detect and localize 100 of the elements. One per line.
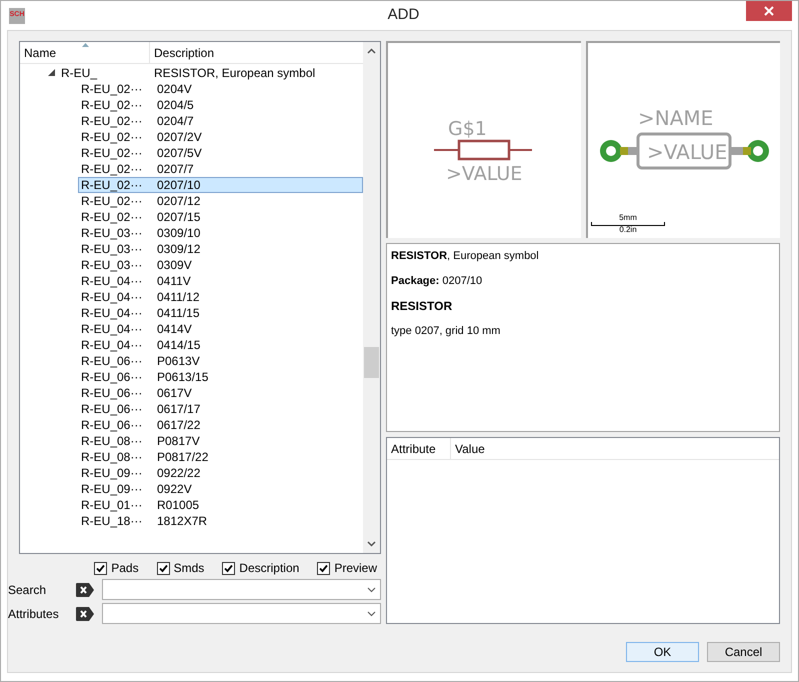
tree-row[interactable]: R-EU_02··· 0207/12 xyxy=(78,193,363,209)
dropdown-chevron-icon xyxy=(367,610,376,616)
tree-item-description: 0207/15 xyxy=(156,210,200,224)
tree-row[interactable]: R-EU_03··· 0309/10 xyxy=(78,225,363,241)
tree-row[interactable]: R-EU_06··· 0617/22 xyxy=(78,417,363,433)
tree-item-name: R-EU_02··· xyxy=(80,146,144,160)
column-header[interactable]: Value xyxy=(451,438,779,459)
tree-row[interactable]: R-EU_02··· 0207/15 xyxy=(78,209,363,225)
tree-row[interactable]: R-EU_06··· P0613/15 xyxy=(78,369,363,385)
tree-item-name: R-EU_03··· xyxy=(80,258,144,272)
checkbox[interactable] xyxy=(317,562,330,574)
checkbox-label: Smds xyxy=(174,560,204,577)
tree-item-description: 0207/5V xyxy=(156,146,202,160)
tree-item-description: 0204/7 xyxy=(156,114,194,128)
tree-item-description: 0922/22 xyxy=(156,466,200,480)
ok-button[interactable]: OK xyxy=(626,642,699,662)
field-label: Attributes xyxy=(8,606,60,622)
tree-row[interactable]: R-EU_06··· 0617/17 xyxy=(78,401,363,417)
checkbox-option[interactable]: Smds xyxy=(156,560,204,576)
tree-row[interactable]: R-EU_02··· 0207/2V xyxy=(78,129,363,145)
tree-row[interactable]: R-EU_02··· 0204/7 xyxy=(78,113,363,129)
tree-item-name: R-EU_03··· xyxy=(80,242,144,256)
tree-item-description: P0817V xyxy=(156,434,200,448)
checkbox[interactable] xyxy=(222,562,236,574)
check-icon xyxy=(319,564,328,572)
checkbox-label: Pads xyxy=(111,560,139,577)
combo-field[interactable] xyxy=(102,603,381,624)
scrollbar-thumb[interactable] xyxy=(364,347,379,378)
tree-item-name: R-EU_04··· xyxy=(80,290,144,304)
tree-item-name: R-EU_09··· xyxy=(80,466,144,480)
tree-item-name: R-EU_02··· xyxy=(80,210,144,224)
close-icon xyxy=(764,6,774,16)
tree-row[interactable]: R-EU_06··· P0613V xyxy=(78,353,363,369)
tree-item-name: R-EU_02··· xyxy=(80,98,144,112)
tree-row[interactable]: R-EU_04··· 0414/15 xyxy=(78,337,363,353)
tree-row[interactable]: R-EU_02··· 0204/5 xyxy=(78,97,363,113)
tree-row[interactable]: R-EU_08··· P0817V xyxy=(78,433,363,449)
tree-item-name: R-EU_18··· xyxy=(80,514,144,528)
scroll-down-icon xyxy=(367,541,376,547)
sort-arrow-icon xyxy=(82,43,89,47)
tree-row[interactable]: R-EU_06··· 0617V xyxy=(78,385,363,401)
tree-item-name: R-EU_08··· xyxy=(80,450,144,464)
checkbox-option[interactable]: Description xyxy=(222,560,300,576)
tree-row[interactable]: R-EU_18··· 1812X7R xyxy=(78,513,363,529)
column-header[interactable]: Attribute xyxy=(387,438,451,459)
clear-icon[interactable] xyxy=(76,606,94,620)
package-value-label: >VALUE xyxy=(646,140,727,164)
description-text: Package: 0207/10 xyxy=(391,274,484,288)
column-header[interactable]: Description xyxy=(150,42,363,63)
tree-item-name: R-EU_02··· xyxy=(80,162,144,176)
combo-field[interactable] xyxy=(102,579,381,600)
checkbox-option[interactable]: Preview xyxy=(317,560,377,576)
tree-row[interactable]: R-EU_04··· 0411/15 xyxy=(78,305,363,321)
dropdown-chevron-icon xyxy=(367,586,376,592)
tree-item-description: RESISTOR, European symbol xyxy=(153,64,316,82)
checkbox[interactable] xyxy=(94,562,108,574)
tree-item-name: R-EU_06··· xyxy=(80,386,144,400)
tree-item-description: 0414/15 xyxy=(156,338,200,352)
tree-row[interactable]: R-EU_04··· 0411V xyxy=(78,273,363,289)
tree-item-description: 0204/5 xyxy=(156,98,194,112)
tree-item-name: R-EU_01··· xyxy=(80,498,144,512)
tree-row[interactable]: R-EU_02··· 0204V xyxy=(78,81,363,97)
tree-item-description: 0411/12 xyxy=(156,290,200,304)
tree-row[interactable]: R-EU_03··· 0309V xyxy=(78,257,363,273)
tree-item-name: R-EU_02··· xyxy=(80,82,144,96)
checkbox-label: Description xyxy=(239,560,300,577)
checkbox-option[interactable]: Pads xyxy=(94,560,139,576)
scrollbar[interactable] xyxy=(363,42,380,553)
cancel-button[interactable]: Cancel xyxy=(707,642,780,662)
tree-item-name: R-EU_04··· xyxy=(80,274,144,288)
tree-item-name: R-EU_04··· xyxy=(80,322,144,336)
tree-item-name: R-EU_02··· xyxy=(80,194,144,208)
tree-row[interactable]: R-EU_04··· 0414V xyxy=(78,321,363,337)
checkbox[interactable] xyxy=(156,562,170,574)
tree-item-description: 0207/2V xyxy=(156,130,202,144)
window-title: ADD xyxy=(388,5,420,26)
tree-row[interactable]: R-EU_09··· 0922/22 xyxy=(78,465,363,481)
tree-row[interactable]: R-EU_04··· 0411/12 xyxy=(78,289,363,305)
expanded-triangle-icon[interactable] xyxy=(48,69,55,76)
tree-row[interactable]: R-EU_02··· 0207/7 xyxy=(78,161,363,177)
tree-item-description: R01005 xyxy=(156,498,200,512)
close-button[interactable] xyxy=(746,1,792,21)
symbol-name-label: G$1 xyxy=(448,118,487,140)
tree-row[interactable]: R-EU_01··· R01005 xyxy=(78,497,363,513)
tree-item-name: R-EU_09··· xyxy=(80,482,144,496)
tree-row[interactable]: R-EU_02··· 0207/5V xyxy=(78,145,363,161)
tree-row[interactable]: R-EU_03··· 0309/12 xyxy=(78,241,363,257)
tree-row[interactable]: R-EU_09··· 0922V xyxy=(78,481,363,497)
checkbox-label: Preview xyxy=(334,560,377,577)
tree-item-name: R-EU_06··· xyxy=(80,370,144,384)
tree-row[interactable]: R-EU_08··· P0817/22 xyxy=(78,449,363,465)
clear-icon[interactable] xyxy=(76,582,94,596)
tree-item-name[interactable]: R-EU_ xyxy=(61,64,98,82)
tree-item-description: 0207/7 xyxy=(156,162,194,176)
tree-row[interactable]: R-EU_02··· 0207/10 xyxy=(78,177,363,193)
tree-item-name: R-EU_06··· xyxy=(80,418,144,432)
check-icon xyxy=(96,564,106,572)
tree-item-description: 0204V xyxy=(156,82,192,96)
tree-item-description: 0617/17 xyxy=(156,402,200,416)
tree-item-description: 0414V xyxy=(156,322,192,336)
